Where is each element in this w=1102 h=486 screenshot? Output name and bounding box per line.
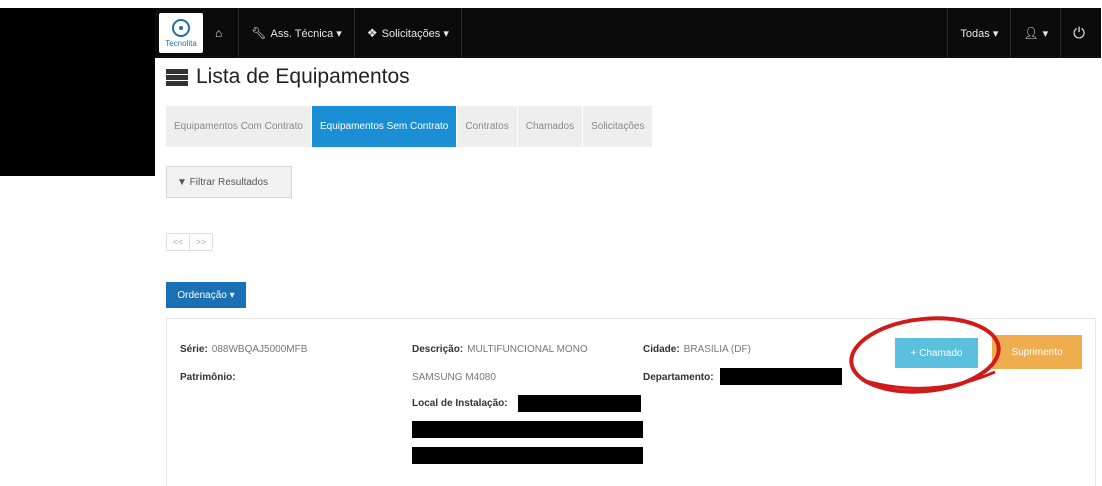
tab-bar: Equipamentos Com Contrato Equipamentos S…	[166, 106, 654, 147]
tab-contratos[interactable]: Contratos	[457, 106, 518, 147]
nav-ass-tecnica[interactable]: 🔧︎ Ass. Técnica ▾	[239, 8, 355, 58]
nav-logout[interactable]: ⏻	[1060, 8, 1101, 58]
local-instalacao-field: Local de Instalação:	[412, 398, 512, 409]
serie-field: Série: 088WBQAJ5000MFB	[180, 344, 307, 355]
descricao-label: Descrição:	[412, 344, 464, 355]
tab-equipamentos-com-contrato[interactable]: Equipamentos Com Contrato	[166, 106, 312, 147]
new-chamado-button[interactable]: + Chamado	[895, 338, 978, 368]
serie-value: 088WBQAJ5000MFB	[211, 344, 308, 355]
server-list-icon	[166, 68, 188, 87]
patrimonio-field: Patrimônio:	[180, 372, 240, 383]
nav-user[interactable]: 👤︎ ▾	[1010, 8, 1060, 58]
home-icon: ⌂	[215, 26, 223, 40]
suprimento-button[interactable]: Suprimento	[992, 335, 1082, 369]
tab-equipamentos-sem-contrato[interactable]: Equipamentos Sem Contrato	[311, 106, 458, 147]
redacted-block	[0, 8, 155, 176]
local-instalacao-label: Local de Instalação:	[412, 398, 508, 409]
cubes-icon: ❖	[366, 26, 378, 40]
logo-icon	[172, 18, 190, 37]
filter-results-button[interactable]: ▼ Filtrar Resultados	[166, 166, 292, 198]
pagination-prev[interactable]: <<	[166, 233, 190, 251]
descricao-value-line2: SAMSUNG M4080	[412, 372, 496, 383]
user-icon: 👤︎	[1023, 26, 1039, 40]
nav-solicitacoes-label: Solicitações ▾	[381, 27, 449, 40]
logo-text: Tecnolita	[165, 38, 197, 48]
nav-ass-tecnica-label: Ass. Técnica ▾	[270, 27, 342, 40]
page-title: Lista de Equipamentos	[166, 63, 410, 91]
nav-home[interactable]: ⌂	[203, 8, 240, 58]
pagination: << >>	[166, 233, 213, 251]
tab-solicitacoes[interactable]: Solicitações	[583, 106, 654, 147]
cidade-field: Cidade: BRASILIA (DF)	[643, 344, 751, 355]
redacted-local-line-2	[412, 421, 643, 438]
order-button[interactable]: Ordenação ▾	[166, 282, 246, 308]
redacted-local-line-3	[412, 447, 643, 464]
descricao-value: MULTIFUNCIONAL MONO	[467, 344, 588, 355]
descricao-field: Descrição: MULTIFUNCIONAL MONO	[412, 344, 588, 355]
logo[interactable]: Tecnolita	[159, 13, 203, 53]
page-title-text: Lista de Equipamentos	[196, 65, 410, 88]
cidade-label: Cidade:	[643, 344, 680, 355]
cidade-value: BRASILIA (DF)	[683, 344, 751, 355]
top-navbar: Tecnolita ⌂ 🔧︎ Ass. Técnica ▾ ❖ Solicita…	[155, 8, 1101, 58]
redacted-departamento-value	[720, 368, 842, 385]
power-icon: ⏻	[1073, 24, 1085, 42]
nav-todas-label: Todas ▾	[960, 27, 999, 40]
departamento-label: Departamento:	[643, 372, 714, 383]
tab-chamados[interactable]: Chamados	[517, 106, 584, 147]
wrench-icon: 🔧︎	[251, 26, 267, 40]
pagination-next[interactable]: >>	[189, 233, 213, 251]
nav-solicitacoes[interactable]: ❖ Solicitações ▾	[355, 8, 462, 58]
departamento-field: Departamento:	[643, 372, 718, 383]
nav-todas[interactable]: Todas ▾	[947, 8, 1010, 58]
patrimonio-label: Patrimônio:	[180, 372, 236, 383]
redacted-local-value	[518, 395, 641, 412]
nav-user-caret: ▾	[1042, 27, 1049, 40]
serie-label: Série:	[180, 344, 208, 355]
